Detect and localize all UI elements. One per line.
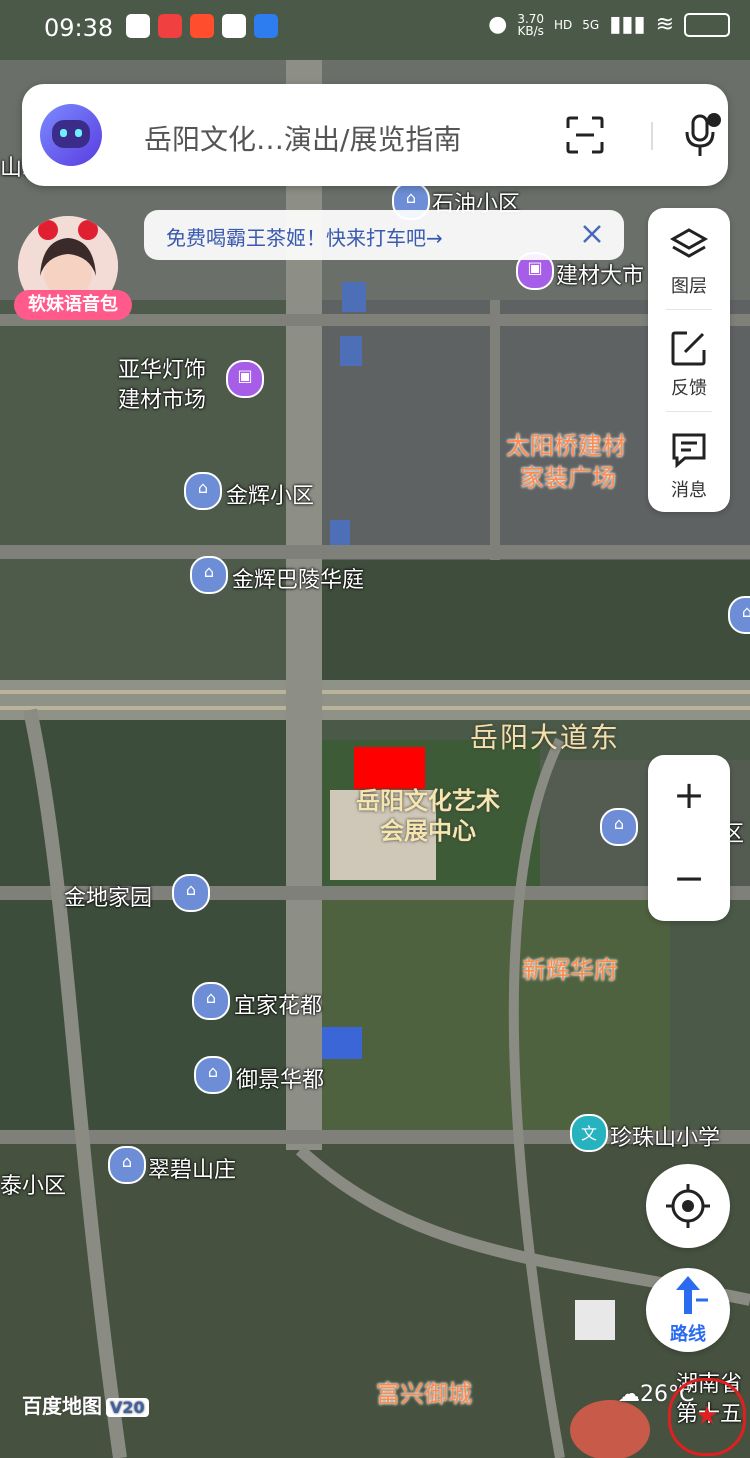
network-speed: 3.70 KB/s <box>517 11 545 38</box>
venue-label-line-1: 岳阳文化艺术 <box>356 787 500 815</box>
feedback-label: 反馈 <box>671 378 707 399</box>
map-label-jinhui[interactable]: 金辉小区 <box>226 478 314 510</box>
mic-icon[interactable] <box>682 112 722 160</box>
shopping-pin-icon[interactable]: ▣ <box>226 360 264 398</box>
app-notification-icon <box>222 14 246 38</box>
brand-version: V20 <box>106 1398 149 1417</box>
status-time: 09:38 <box>44 14 114 42</box>
map-label-zhenzhushan[interactable]: 珍珠山小学 <box>610 1120 720 1152</box>
signal-label: 5G <box>582 17 600 32</box>
weather-cloud-icon: ☁ <box>618 1382 640 1407</box>
search-bar[interactable]: 岳阳文化…演出/展览指南 <box>22 84 728 186</box>
residential-pin-icon[interactable]: ⌂ <box>600 808 638 846</box>
layers-button[interactable]: 图层 <box>648 208 730 308</box>
locate-button[interactable] <box>646 1164 730 1248</box>
star-stamp-icon: ★ <box>668 1378 746 1456</box>
map-label-jindi[interactable]: 金地家园 <box>64 880 152 912</box>
assistant-avatar-icon[interactable] <box>40 104 102 166</box>
messages-label: 消息 <box>671 480 707 501</box>
route-button[interactable]: 路线 <box>646 1268 730 1352</box>
signal-bars-icon: ▮▮▮ <box>609 12 646 37</box>
map-label-yahua-2[interactable]: 建材市场 <box>118 382 206 414</box>
map-label-xinhui[interactable]: 新辉华府 <box>522 950 618 985</box>
residential-pin-icon[interactable]: ⌂ <box>192 982 230 1020</box>
residential-pin-icon[interactable]: ⌂ <box>190 556 228 594</box>
battery-icon <box>684 12 730 37</box>
route-arrow-icon <box>676 1276 708 1314</box>
map-label-jiancai[interactable]: 建材大市 <box>556 258 644 290</box>
wifi-icon: ≋ <box>655 12 674 37</box>
location-status-icon: ● <box>488 12 508 37</box>
voice-pack-label: 软妹语音包 <box>14 290 132 320</box>
map-label-taiyangqiao-2[interactable]: 家装广场 <box>520 458 616 493</box>
brand-name: 百度地图 <box>22 1394 102 1418</box>
zoom-in-button[interactable]: + <box>648 755 730 838</box>
zoom-control: + − <box>648 755 730 921</box>
status-bar: 09:38 ● 3.70 KB/s HD 5G ▮▮▮ ≋ <box>0 0 750 60</box>
map-label-yijia[interactable]: 宜家花都 <box>234 988 322 1020</box>
venue-highlight-marker[interactable] <box>354 747 425 789</box>
layers-icon <box>669 228 709 258</box>
taobao-notification-icon <box>190 14 214 38</box>
map-label-jinhui-baling[interactable]: 金辉巴陵华庭 <box>232 562 364 594</box>
feedback-button[interactable]: 反馈 <box>648 310 730 410</box>
map-label-left-xiaoqu[interactable]: 泰小区 <box>0 1168 66 1200</box>
map-label-cuibi[interactable]: 翠碧山庄 <box>148 1152 236 1184</box>
feedback-edit-icon <box>671 331 706 366</box>
map-label-taiyangqiao-1[interactable]: 太阳桥建材 <box>506 426 626 461</box>
close-icon[interactable] <box>578 220 606 248</box>
search-query[interactable]: 岳阳文化…演出/展览指南 <box>144 118 461 158</box>
search-divider <box>651 122 653 150</box>
map-label-yahua-1[interactable]: 亚华灯饰 <box>118 352 206 384</box>
promo-text[interactable]: 免费喝霸王茶姬！快来打车吧→ <box>166 222 443 251</box>
map-label-yujing[interactable]: 御景华都 <box>236 1062 324 1094</box>
voice-pack-button[interactable]: 软妹语音包 <box>14 212 132 320</box>
map-notification-icon <box>158 14 182 38</box>
scan-icon[interactable] <box>566 116 604 154</box>
residential-pin-icon[interactable]: ⌂ <box>108 1146 146 1184</box>
venue-label[interactable]: 岳阳文化艺术 会展中心 <box>338 786 518 846</box>
map-tools-panel: 图层 反馈 消息 <box>648 208 730 512</box>
route-label: 路线 <box>670 1324 706 1345</box>
chat-notification-icon <box>126 14 150 38</box>
road-label-yueyang-dadao: 岳阳大道东 <box>470 721 621 754</box>
residential-pin-icon[interactable]: ⌂ <box>194 1056 232 1094</box>
promo-banner[interactable]: 免费喝霸王茶姬！快来打车吧→ <box>144 210 624 260</box>
residential-pin-icon[interactable]: ⌂ <box>728 596 750 634</box>
map-label-fuxing[interactable]: 富兴御城 <box>376 1374 472 1409</box>
blue-app-notification-icon <box>254 14 278 38</box>
message-icon <box>672 433 706 469</box>
residential-pin-icon[interactable]: ⌂ <box>172 874 210 912</box>
layers-label: 图层 <box>671 276 707 297</box>
map-brand-watermark: 百度地图 V20 <box>22 1390 149 1419</box>
school-pin-icon[interactable]: 文 <box>570 1114 608 1152</box>
assistant-face <box>52 120 90 148</box>
messages-button[interactable]: 消息 <box>648 412 730 512</box>
zoom-out-button[interactable]: − <box>648 838 730 921</box>
residential-pin-icon[interactable]: ⌂ <box>184 472 222 510</box>
locate-crosshair-icon <box>666 1184 710 1228</box>
venue-label-line-2: 会展中心 <box>380 817 476 845</box>
status-right-group: ● 3.70 KB/s HD 5G ▮▮▮ ≋ <box>488 12 730 37</box>
hd-badge: HD <box>554 17 573 32</box>
